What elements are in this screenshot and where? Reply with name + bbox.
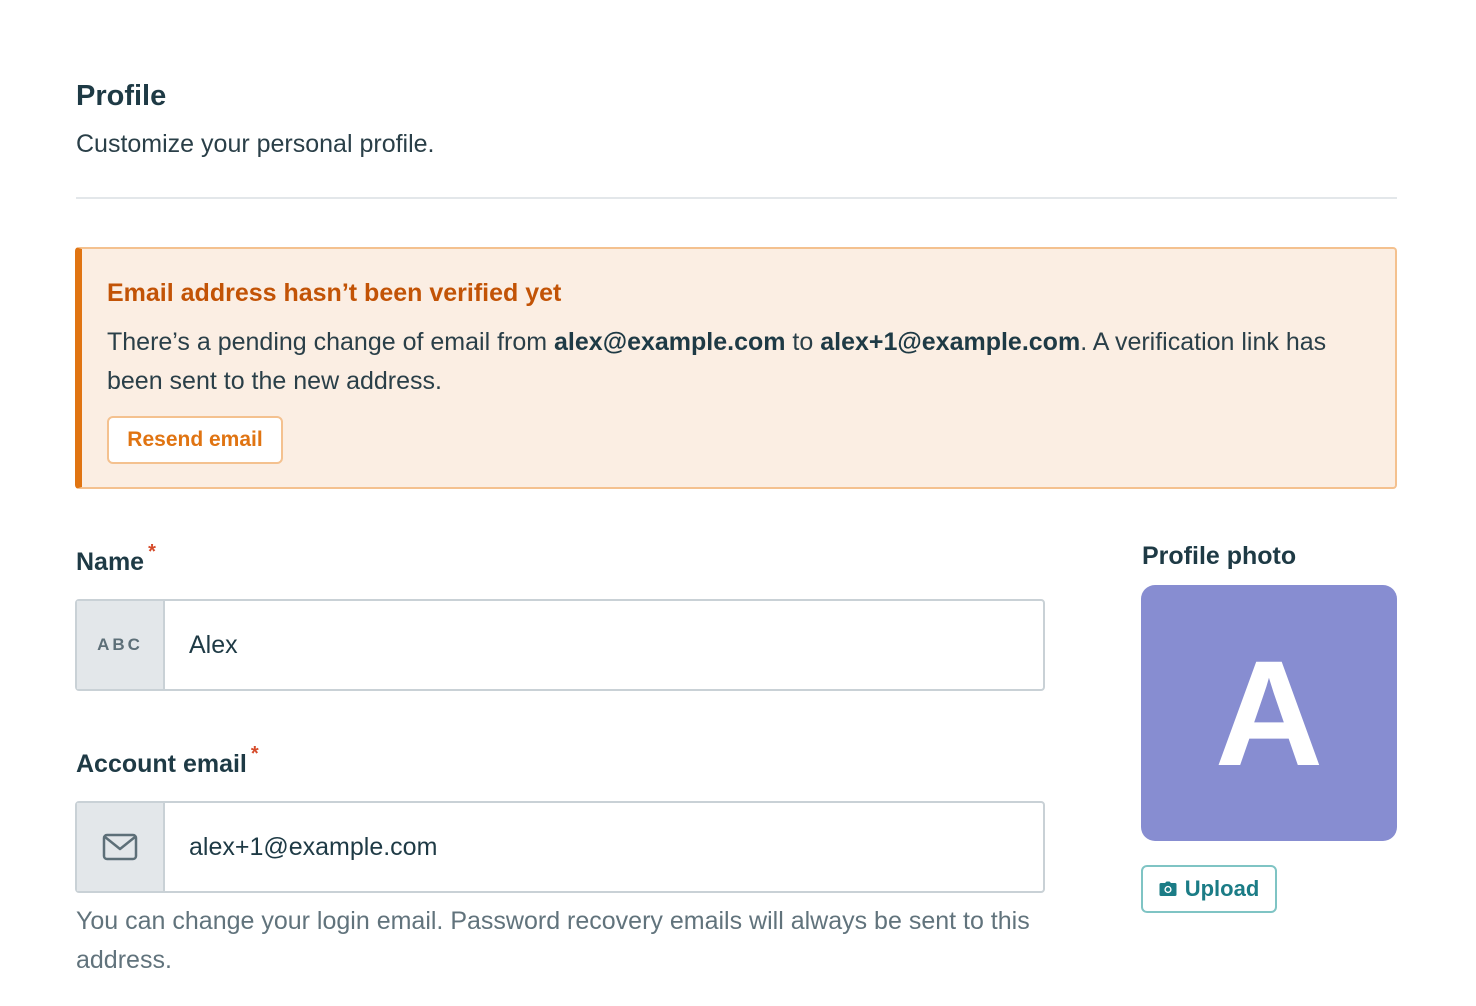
required-marker: *	[250, 743, 259, 765]
email-label: Account email *	[76, 743, 259, 779]
required-marker: *	[148, 541, 156, 563]
email-verification-alert: Email address hasn’t been verified yet T…	[75, 247, 1397, 489]
name-label-text: Name	[76, 548, 145, 576]
text-type-addon: ABC	[77, 601, 165, 689]
name-input[interactable]	[165, 601, 1043, 689]
abc-icon: ABC	[97, 635, 143, 654]
old-email: alex@example.com	[554, 328, 786, 356]
avatar: A	[1141, 585, 1397, 841]
upload-photo-button[interactable]: Upload	[1141, 865, 1277, 913]
profile-photo-label: Profile photo	[1142, 542, 1297, 570]
email-input-group	[75, 801, 1045, 893]
alert-body-middle: to	[785, 328, 821, 356]
section-divider	[76, 197, 1397, 199]
alert-body-prefix: There’s a pending change of email from	[107, 328, 555, 356]
avatar-initial: A	[1214, 629, 1324, 797]
page-subtitle: Customize your personal profile.	[76, 130, 435, 158]
upload-label: Upload	[1184, 876, 1260, 901]
email-help-text: You can change your login email. Passwor…	[76, 907, 1030, 974]
new-email: alex+1@example.com	[820, 328, 1081, 356]
alert-title: Email address hasn’t been verified yet	[107, 279, 562, 307]
alert-body: There’s a pending change of email from a…	[107, 323, 1377, 401]
email-type-addon	[77, 803, 165, 891]
resend-email-button[interactable]: Resend email	[107, 416, 283, 464]
camera-icon	[1159, 881, 1177, 896]
name-label: Name *	[76, 541, 156, 577]
page-title: Profile	[76, 80, 167, 112]
name-input-group: ABC	[75, 599, 1045, 691]
email-label-text: Account email	[76, 750, 247, 778]
email-input[interactable]	[165, 803, 1043, 891]
envelope-icon	[102, 833, 138, 861]
